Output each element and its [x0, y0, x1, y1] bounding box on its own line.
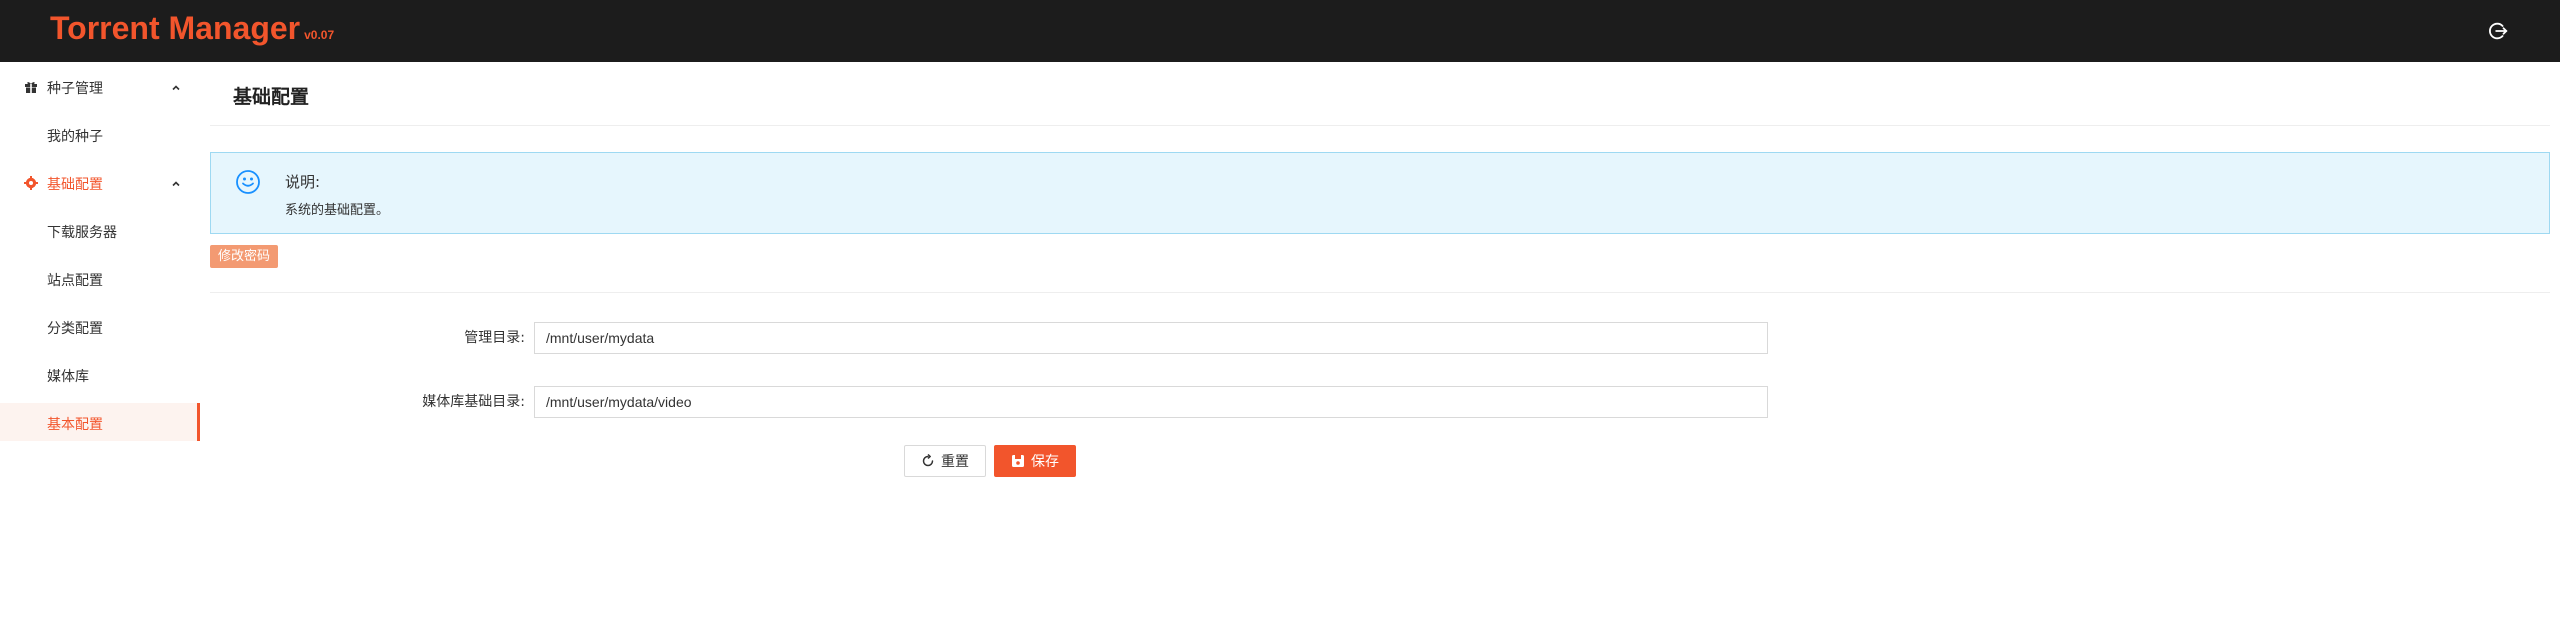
sidebar-group-label: 基础配置 [47, 177, 103, 193]
sidebar-group-basic-config[interactable]: 基础配置 [0, 158, 200, 206]
reset-label: 重置 [941, 454, 969, 470]
sidebar-item-my-torrents[interactable]: 我的种子 [0, 115, 200, 153]
sidebar-item-label: 基本配置 [47, 417, 103, 433]
sidebar-group-torrents[interactable]: 种子管理 [0, 62, 200, 110]
sidebar-item-label: 媒体库 [47, 369, 89, 385]
smile-icon [235, 169, 261, 195]
divider [210, 292, 2550, 293]
logout-icon[interactable] [2487, 20, 2509, 42]
app-version: v0.07 [304, 28, 335, 42]
sidebar-item-label: 站点配置 [47, 273, 103, 289]
notice-title: 说明: [285, 173, 321, 191]
sidebar-group-label: 种子管理 [47, 81, 103, 97]
sidebar-item-download-servers[interactable]: 下载服务器 [0, 211, 200, 249]
sidebar-item-label: 我的种子 [47, 129, 103, 145]
notice-text: 系统的基础配置。 [285, 203, 390, 218]
app-brand: Torrent Manager v0.07 [50, 10, 334, 47]
gear-icon [24, 175, 38, 190]
reload-icon [922, 454, 934, 467]
sidebar-item-label: 下载服务器 [47, 225, 117, 241]
app-title: Torrent Manager [50, 10, 301, 46]
main-content: 基础配置 说明: 系统的基础配置。 修改密码 管理目录: 媒体库基础目录: 重置 [200, 62, 2560, 626]
info-notice: 说明: 系统的基础配置。 [210, 152, 2550, 234]
save-button[interactable]: 保存 [994, 445, 1076, 477]
page-title: 基础配置 [233, 86, 310, 108]
divider [210, 125, 2550, 126]
top-bar: Torrent Manager v0.07 [0, 0, 2560, 62]
save-icon [1012, 455, 1024, 467]
sidebar-item-category-config[interactable]: 分类配置 [0, 307, 200, 345]
chevron-up-icon [170, 175, 182, 187]
sidebar-item-label: 分类配置 [47, 321, 103, 337]
save-label: 保存 [1031, 454, 1059, 470]
manage-dir-input[interactable] [534, 322, 1768, 354]
change-password-button[interactable]: 修改密码 [210, 245, 279, 268]
media-base-dir-label: 媒体库基础目录: [422, 394, 525, 410]
gift-icon [24, 79, 38, 93]
media-base-dir-input[interactable] [534, 386, 1768, 418]
chevron-up-icon [170, 79, 182, 91]
sidebar-item-site-config[interactable]: 站点配置 [0, 259, 200, 297]
sidebar: 种子管理 我的种子 基础配置 下载服务器 站点配置 分类配置 媒体库 基本配置 [0, 62, 200, 626]
sidebar-item-basic-settings[interactable]: 基本配置 [0, 403, 200, 441]
reset-button[interactable]: 重置 [904, 445, 986, 477]
manage-dir-label: 管理目录: [464, 330, 525, 346]
sidebar-item-media-library[interactable]: 媒体库 [0, 355, 200, 393]
